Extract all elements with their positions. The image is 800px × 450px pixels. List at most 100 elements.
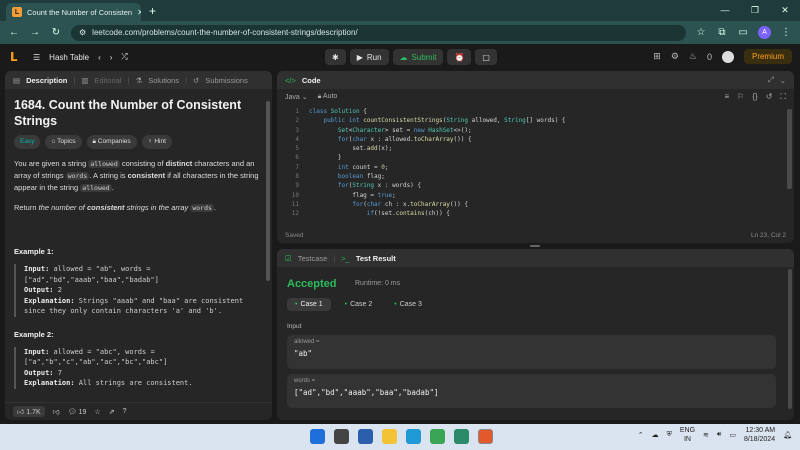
code-line: for(char x : allowed.toCharArray()) {: [337, 135, 472, 143]
url-field[interactable]: ⚙ leetcode.com/problems/count-the-number…: [71, 24, 686, 41]
sidebar-icon[interactable]: ▭: [737, 27, 749, 38]
notes-button[interactable]: ▢: [475, 49, 497, 65]
reload-icon[interactable]: ↻: [50, 27, 62, 38]
user-avatar[interactable]: [721, 50, 734, 63]
braces-icon[interactable]: {}: [752, 92, 757, 102]
problem-list-title[interactable]: Hash Table: [49, 53, 89, 62]
store-icon[interactable]: [430, 429, 445, 444]
forward-icon[interactable]: →: [29, 27, 41, 38]
app-icon[interactable]: [454, 429, 469, 444]
settings-gear-icon[interactable]: ⚙: [671, 51, 679, 62]
bold-italic-text: consistent: [86, 203, 125, 212]
case-tab-3[interactable]: • Case 3: [386, 298, 430, 311]
thumbs-up-icon: 👍︎: [17, 409, 27, 416]
fullscreen-icon[interactable]: ⛶: [780, 92, 786, 102]
clock-time: 12:30 AM: [745, 427, 776, 434]
topics-chip[interactable]: ⌂ Topics: [45, 135, 82, 149]
clock[interactable]: 12:30 AM 8/18/2024: [744, 426, 775, 444]
security-icon[interactable]: ⛨: [667, 431, 672, 439]
language-select[interactable]: Java ⌄: [285, 93, 308, 101]
visual-studio-icon[interactable]: [358, 429, 373, 444]
comment-count: 19: [78, 408, 87, 416]
submit-button[interactable]: ☁ Submit: [392, 49, 444, 65]
share-icon[interactable]: ⇗: [109, 408, 115, 416]
collapse-icon[interactable]: ⌄: [780, 76, 786, 85]
extensions-icon[interactable]: ⧉: [716, 27, 728, 38]
streak-count: 0: [706, 51, 712, 62]
shuffle-icon[interactable]: ⤮: [121, 52, 127, 62]
minimize-icon[interactable]: —: [710, 0, 740, 21]
description-scrollbar[interactable]: [266, 101, 270, 281]
explanation-label: Explanation:: [24, 296, 75, 305]
leetcode-toolbar: ᒪ ☰ Hash Table ‹ › ⤮ ✱ ▶ Run ☁ Submit ⏰ …: [0, 44, 800, 70]
case-label: Case 3: [399, 301, 422, 308]
code-brackets-icon: </>: [285, 75, 296, 85]
windows-start-icon[interactable]: [310, 429, 325, 444]
profile-avatar[interactable]: A: [758, 26, 771, 39]
favorite-star-icon[interactable]: ☆: [94, 408, 100, 416]
wifi-icon[interactable]: ≋: [703, 431, 709, 439]
case-tab-2[interactable]: • Case 2: [337, 298, 381, 311]
case-tab-1[interactable]: • Case 1: [287, 298, 331, 311]
layout-icon[interactable]: ⊞: [653, 51, 661, 62]
task-view-icon[interactable]: [334, 429, 349, 444]
prev-problem-icon[interactable]: ‹: [98, 53, 101, 62]
reset-icon[interactable]: ↺: [766, 92, 773, 102]
tab-testcase[interactable]: Testcase: [298, 254, 328, 263]
file-explorer-icon[interactable]: [382, 429, 397, 444]
edge-browser-icon[interactable]: [406, 429, 421, 444]
browser-tab[interactable]: L Count the Number of Consisten ✕: [6, 3, 141, 21]
battery-icon[interactable]: ▭: [729, 431, 736, 439]
code-editor[interactable]: 1 2 3 4 5 6 7 8 9 10 11 12 class Solutio…: [277, 104, 794, 219]
verdict-status: Accepted: [287, 278, 337, 290]
result-scrollbar[interactable]: [788, 269, 792, 409]
streak-fire-icon[interactable]: ♨: [689, 51, 697, 62]
new-tab-icon[interactable]: +: [149, 4, 156, 18]
expand-icon[interactable]: ⤢: [768, 75, 774, 85]
language-indicator[interactable]: ENG IN: [680, 426, 695, 444]
problem-list-icon[interactable]: ☰: [33, 53, 40, 62]
companies-chip[interactable]: 🔒︎ Companies: [86, 135, 137, 149]
output-label: Output:: [24, 286, 54, 294]
autocomplete-mode[interactable]: 🔒︎ Auto: [318, 93, 338, 101]
tray-chevron-icon[interactable]: ⌃: [638, 431, 644, 439]
run-button[interactable]: ▶ Run: [349, 49, 389, 65]
hint-chip[interactable]: ♀ Hint: [141, 135, 172, 149]
maximize-icon[interactable]: ❐: [740, 0, 770, 21]
code-line: class Solution {: [309, 108, 367, 115]
debug-button[interactable]: ✱: [325, 49, 346, 65]
tab-test-result[interactable]: Test Result: [356, 254, 396, 263]
window-close-icon[interactable]: ✕: [770, 0, 800, 21]
chrome-icon[interactable]: [478, 429, 493, 444]
menu-kebab-icon[interactable]: ⋮: [780, 27, 792, 38]
tab-description[interactable]: Description: [26, 76, 67, 85]
panel-resize-handle[interactable]: [530, 245, 540, 247]
timer-button[interactable]: ⏰: [447, 49, 472, 65]
comments-button[interactable]: 💬︎ 19: [68, 408, 87, 416]
example-title: Example 2:: [14, 329, 54, 339]
tab-solutions[interactable]: Solutions: [148, 76, 179, 85]
speaker-icon[interactable]: 🔊︎: [717, 431, 721, 439]
cloud-icon[interactable]: ☁: [652, 431, 659, 439]
site-info-icon[interactable]: ⚙: [79, 28, 86, 37]
format-icon[interactable]: ≡: [725, 92, 730, 102]
tab-editorial[interactable]: Editorial: [94, 76, 121, 85]
help-icon[interactable]: ?: [123, 408, 127, 415]
bookmark-star-icon[interactable]: ☆: [695, 27, 707, 38]
tab-separator: |: [185, 75, 188, 85]
back-icon[interactable]: ←: [8, 27, 20, 38]
test-result-panel: ☑ Testcase | >_ Test Result Accepted Run…: [277, 249, 794, 420]
topics-label: Topics: [57, 138, 76, 145]
tab-submissions[interactable]: Submissions: [205, 76, 248, 85]
bookmark-icon[interactable]: ⚐: [737, 92, 744, 102]
premium-button[interactable]: Premium: [743, 49, 792, 64]
play-icon: ▶: [356, 52, 363, 62]
dislike-icon[interactable]: 👎︎: [53, 407, 60, 416]
like-button[interactable]: 👍︎ 1.7K: [13, 406, 45, 417]
notification-bell-icon[interactable]: 🔔︎: [783, 431, 792, 439]
problem-title: 1684. Count the Number of Consistent Str…: [14, 98, 242, 128]
next-problem-icon[interactable]: ›: [110, 53, 113, 62]
leetcode-logo-icon[interactable]: ᒪ: [10, 50, 24, 64]
editor-scrollbar[interactable]: [787, 109, 792, 189]
close-icon[interactable]: ✕: [137, 8, 141, 17]
